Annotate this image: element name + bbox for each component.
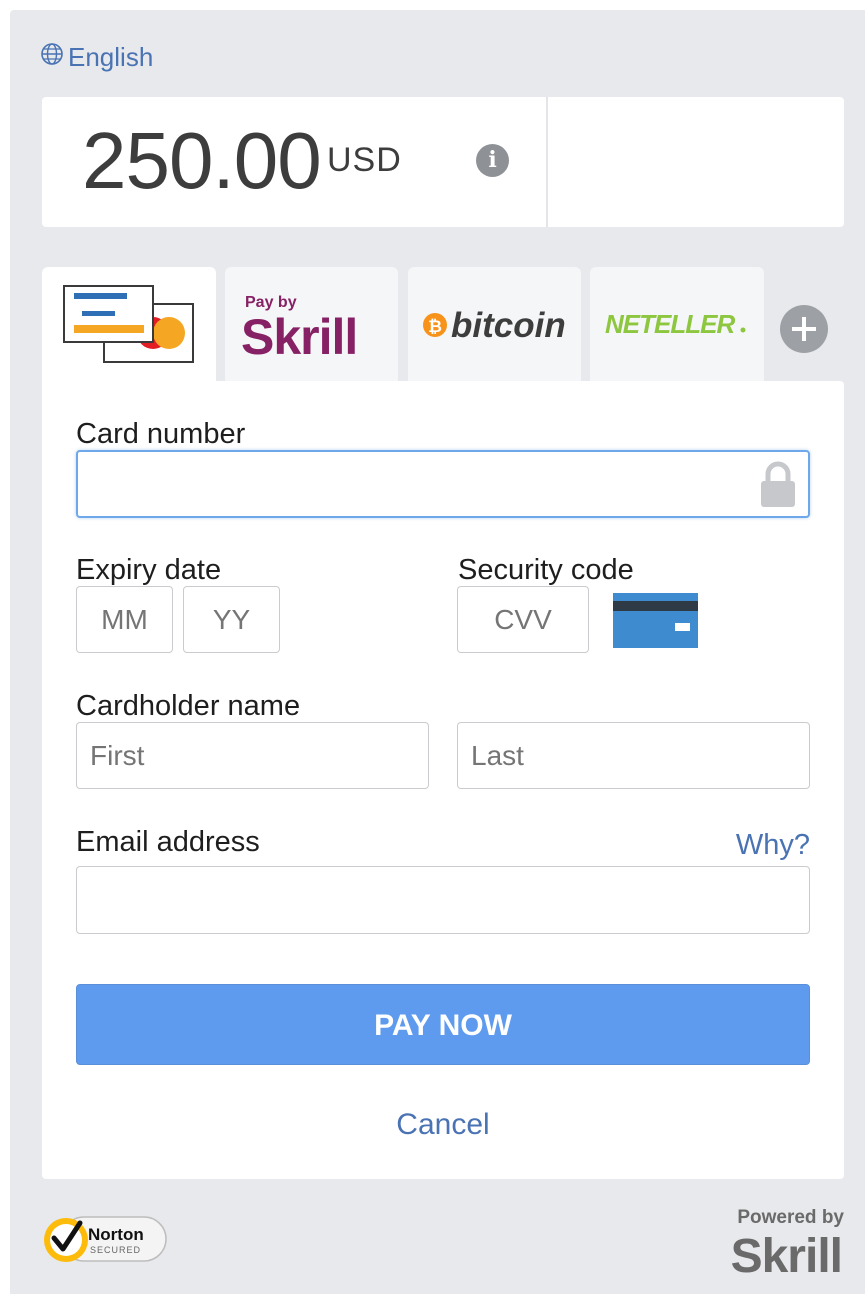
last-name-input[interactable] (457, 722, 810, 789)
cardholder-name-label: Cardholder name (76, 690, 301, 722)
lock-icon (758, 460, 798, 513)
powered-by-skrill: Powered by Skrill (714, 1207, 844, 1284)
info-icon[interactable]: i (476, 144, 509, 177)
norton-secured-badge: Norton SECURED (40, 1207, 168, 1272)
skrill-tab-label: Skrill (241, 309, 357, 365)
bitcoin-logo: ₿ bitcoin (423, 306, 566, 345)
card-payment-form: Card number Expiry date Security code Ca… (42, 381, 844, 1179)
neteller-tab-label: NETELLER (605, 309, 735, 339)
tab-bitcoin[interactable]: ₿ bitcoin (408, 267, 581, 381)
expiry-year-input[interactable] (183, 586, 280, 653)
language-selector[interactable]: English (40, 42, 153, 73)
cancel-link[interactable]: Cancel (42, 1108, 844, 1142)
security-code-label: Security code (458, 554, 634, 586)
tab-neteller[interactable]: NETELLER (590, 267, 764, 381)
first-name-input[interactable] (76, 722, 429, 789)
neteller-logo: NETELLER (605, 309, 746, 339)
powered-by-brand: Skrill (731, 1230, 842, 1279)
svg-text:₿: ₿ (428, 317, 442, 336)
expiry-month-input[interactable] (76, 586, 173, 653)
amount-summary: 250.00 USD i (42, 97, 844, 227)
norton-sub: SECURED (90, 1245, 141, 1255)
cvv-input[interactable] (457, 586, 589, 653)
plus-icon[interactable] (780, 305, 828, 353)
language-label: English (68, 42, 154, 72)
expiry-date-label: Expiry date (76, 554, 222, 586)
card-back-icon (613, 593, 698, 653)
why-link[interactable]: Why? (736, 829, 810, 862)
skrill-logo: Pay by Skrill (241, 294, 358, 365)
tab-skrill[interactable]: Pay by Skrill (225, 267, 398, 381)
tab-credit-card[interactable] (42, 267, 216, 387)
card-number-input[interactable] (76, 450, 810, 518)
card-number-label: Card number (76, 418, 246, 450)
norton-brand: Norton (88, 1225, 144, 1244)
bitcoin-tab-label: bitcoin (451, 306, 566, 345)
email-input[interactable] (76, 866, 810, 934)
amount-currency: USD (327, 141, 402, 179)
email-address-label: Email address (76, 826, 260, 858)
powered-by-label: Powered by (737, 1207, 844, 1228)
globe-icon (40, 42, 64, 73)
amount-value: 250.00 (82, 116, 322, 205)
pay-now-button[interactable]: PAY NOW (76, 984, 810, 1065)
amount-divider (546, 97, 548, 227)
